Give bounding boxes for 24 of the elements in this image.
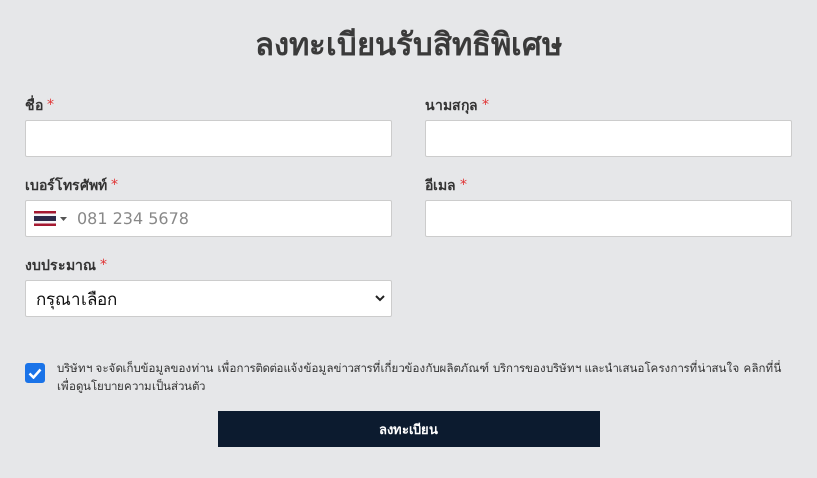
input-field[interactable] (425, 200, 792, 237)
field-label: อีเมล (425, 176, 456, 196)
caret-icon[interactable] (60, 216, 67, 220)
check-icon (28, 368, 42, 378)
chevron-down-icon (375, 295, 385, 302)
required-mark: * (482, 97, 489, 113)
field-label: งบประมาณ (25, 257, 96, 276)
budget-select[interactable]: กรุณาเลือก (25, 280, 392, 317)
required-mark: * (460, 177, 467, 193)
phone-field[interactable]: 081 234 5678 (25, 200, 392, 237)
consent-checkbox[interactable] (25, 363, 45, 383)
required-mark: * (47, 97, 54, 113)
field-label: เบอร์โทรศัพท์ (25, 176, 107, 196)
input-field[interactable] (425, 120, 792, 157)
required-mark: * (111, 177, 118, 193)
required-mark: * (100, 257, 107, 273)
field-label: นามสกุล (425, 97, 478, 116)
page-title: ลงทะเบียนรับสิทธิพิเศษ (255, 26, 562, 65)
field-label: ชื่อ (25, 94, 43, 116)
phone-number-input[interactable]: 081 234 5678 (67, 201, 391, 236)
flag-icon (34, 211, 56, 226)
register-button[interactable]: ลงทะเบียน (218, 411, 600, 447)
input-field[interactable] (25, 120, 392, 157)
consent-text: บริษัทฯ จะจัดเก็บข้อมูลของท่าน เพื่อการติดต่อแจ้งข้อมูลข่าวสารที่เกี่ยวข้องกับผลิตภัณฑ์ บริการของบริษัทฯ และนำเสนอโครงการที่น่าสนใจ คลิกที่นี่เพื่อดูนโยบายความเป็นส่วนตัว (57, 359, 782, 395)
